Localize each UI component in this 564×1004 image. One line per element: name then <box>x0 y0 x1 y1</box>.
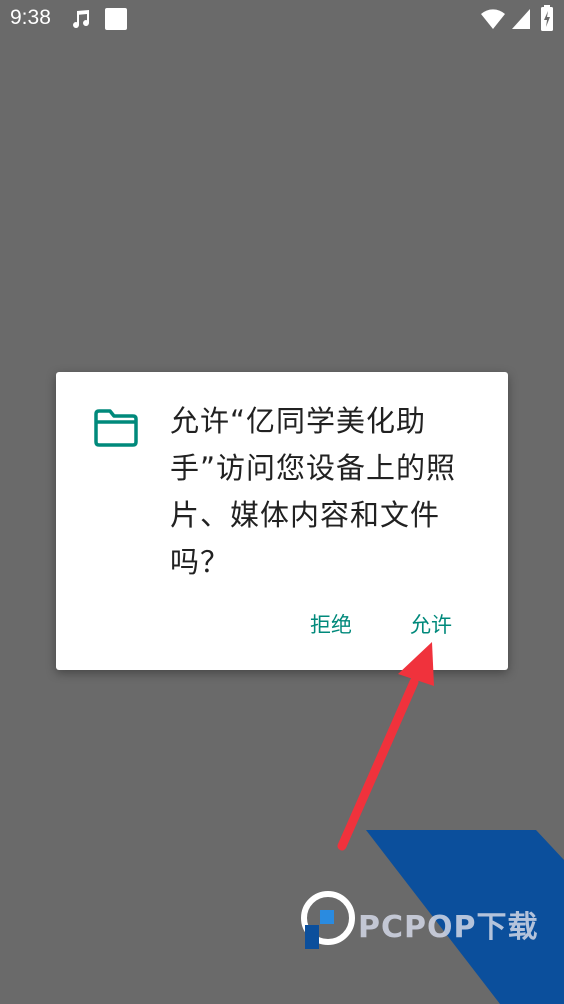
pcpop-logo <box>301 891 355 949</box>
allow-button[interactable]: 允许 <box>410 609 452 639</box>
permission-dialog: 允许“亿同学美化助手”访问您设备上的照片、媒体内容和文件吗？ 拒绝 允许 <box>56 372 508 670</box>
music-note-icon <box>73 10 90 29</box>
battery-icon <box>541 5 553 31</box>
folder-icon <box>94 409 138 447</box>
dialog-message: 允许“亿同学美化助手”访问您设备上的照片、媒体内容和文件吗？ <box>170 404 457 579</box>
notification-square-icon <box>105 8 127 30</box>
deny-button[interactable]: 拒绝 <box>310 609 352 639</box>
wifi-icon <box>481 9 505 29</box>
status-bar: 9:38 <box>0 0 564 38</box>
signal-icon <box>512 9 530 29</box>
watermark-text: PCPOP下载 <box>358 910 539 945</box>
status-time: 9:38 <box>10 6 51 29</box>
